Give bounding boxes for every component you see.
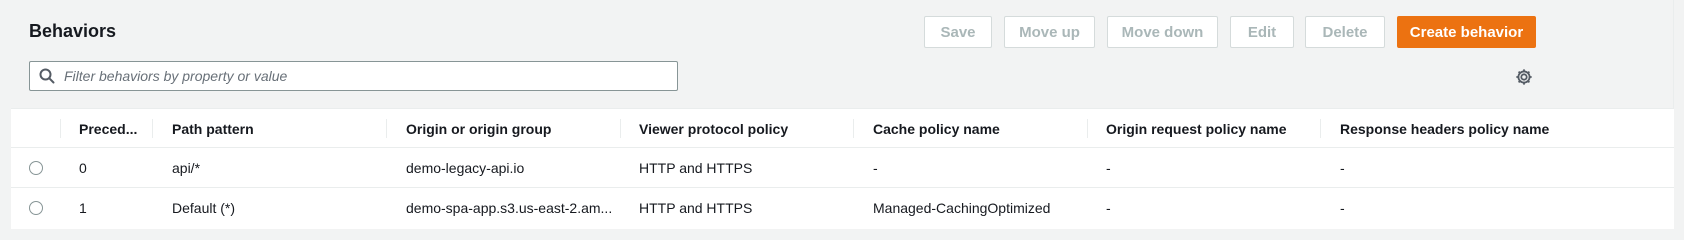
cell-origin: demo-spa-app.s3.us-east-2.am... xyxy=(406,200,611,216)
search-icon xyxy=(30,62,64,90)
edit-button[interactable]: Edit xyxy=(1230,16,1294,48)
cell-viewer-protocol: HTTP and HTTPS xyxy=(639,200,753,216)
column-header-response-headers-policy[interactable]: Response headers policy name xyxy=(1340,109,1560,148)
column-divider xyxy=(1087,119,1088,138)
gear-icon[interactable] xyxy=(1513,66,1535,88)
cell-origin-request-policy: - xyxy=(1106,200,1111,216)
cell-origin: demo-legacy-api.io xyxy=(406,160,525,176)
column-header-origin[interactable]: Origin or origin group xyxy=(406,109,616,148)
row-select-radio[interactable] xyxy=(29,161,43,175)
column-divider xyxy=(60,119,61,138)
column-divider xyxy=(386,119,387,138)
column-divider xyxy=(853,119,854,138)
column-header-viewer-protocol[interactable]: Viewer protocol policy xyxy=(639,109,849,148)
column-header-path-pattern[interactable]: Path pattern xyxy=(172,109,372,148)
cell-precedence: 1 xyxy=(79,200,87,216)
cell-cache-policy: Managed-CachingOptimized xyxy=(873,200,1051,216)
column-divider xyxy=(152,119,153,138)
behaviors-table: Preced... Path pattern Origin or origin … xyxy=(11,108,1674,229)
move-up-button[interactable]: Move up xyxy=(1004,16,1095,48)
column-header-origin-request-policy[interactable]: Origin request policy name xyxy=(1106,109,1316,148)
table-row[interactable]: 0 api/* demo-legacy-api.io HTTP and HTTP… xyxy=(11,148,1674,188)
delete-button[interactable]: Delete xyxy=(1305,16,1385,48)
column-divider xyxy=(1320,119,1321,138)
create-behavior-button[interactable]: Create behavior xyxy=(1397,16,1536,48)
column-header-precedence[interactable]: Preced... xyxy=(79,109,147,148)
cell-path-pattern: api/* xyxy=(172,160,201,176)
cell-precedence: 0 xyxy=(79,160,87,176)
table-header: Preced... Path pattern Origin or origin … xyxy=(11,109,1674,148)
cell-response-headers-policy: - xyxy=(1340,160,1345,176)
cell-origin-request-policy: - xyxy=(1106,160,1111,176)
column-header-cache-policy[interactable]: Cache policy name xyxy=(873,109,1083,148)
cell-response-headers-policy: - xyxy=(1340,200,1345,216)
filter-search-box[interactable] xyxy=(29,61,678,91)
save-button[interactable]: Save xyxy=(924,16,992,48)
column-divider xyxy=(620,119,621,138)
search-input[interactable] xyxy=(64,63,677,89)
cell-viewer-protocol: HTTP and HTTPS xyxy=(639,160,753,176)
toolbar: Save Move up Move down Edit Delete Creat… xyxy=(11,16,1673,48)
row-select-radio[interactable] xyxy=(29,201,43,215)
cell-path-pattern: Default (*) xyxy=(172,200,236,216)
cell-cache-policy: - xyxy=(873,160,878,176)
table-row[interactable]: 1 Default (*) demo-spa-app.s3.us-east-2.… xyxy=(11,188,1674,228)
move-down-button[interactable]: Move down xyxy=(1107,16,1218,48)
